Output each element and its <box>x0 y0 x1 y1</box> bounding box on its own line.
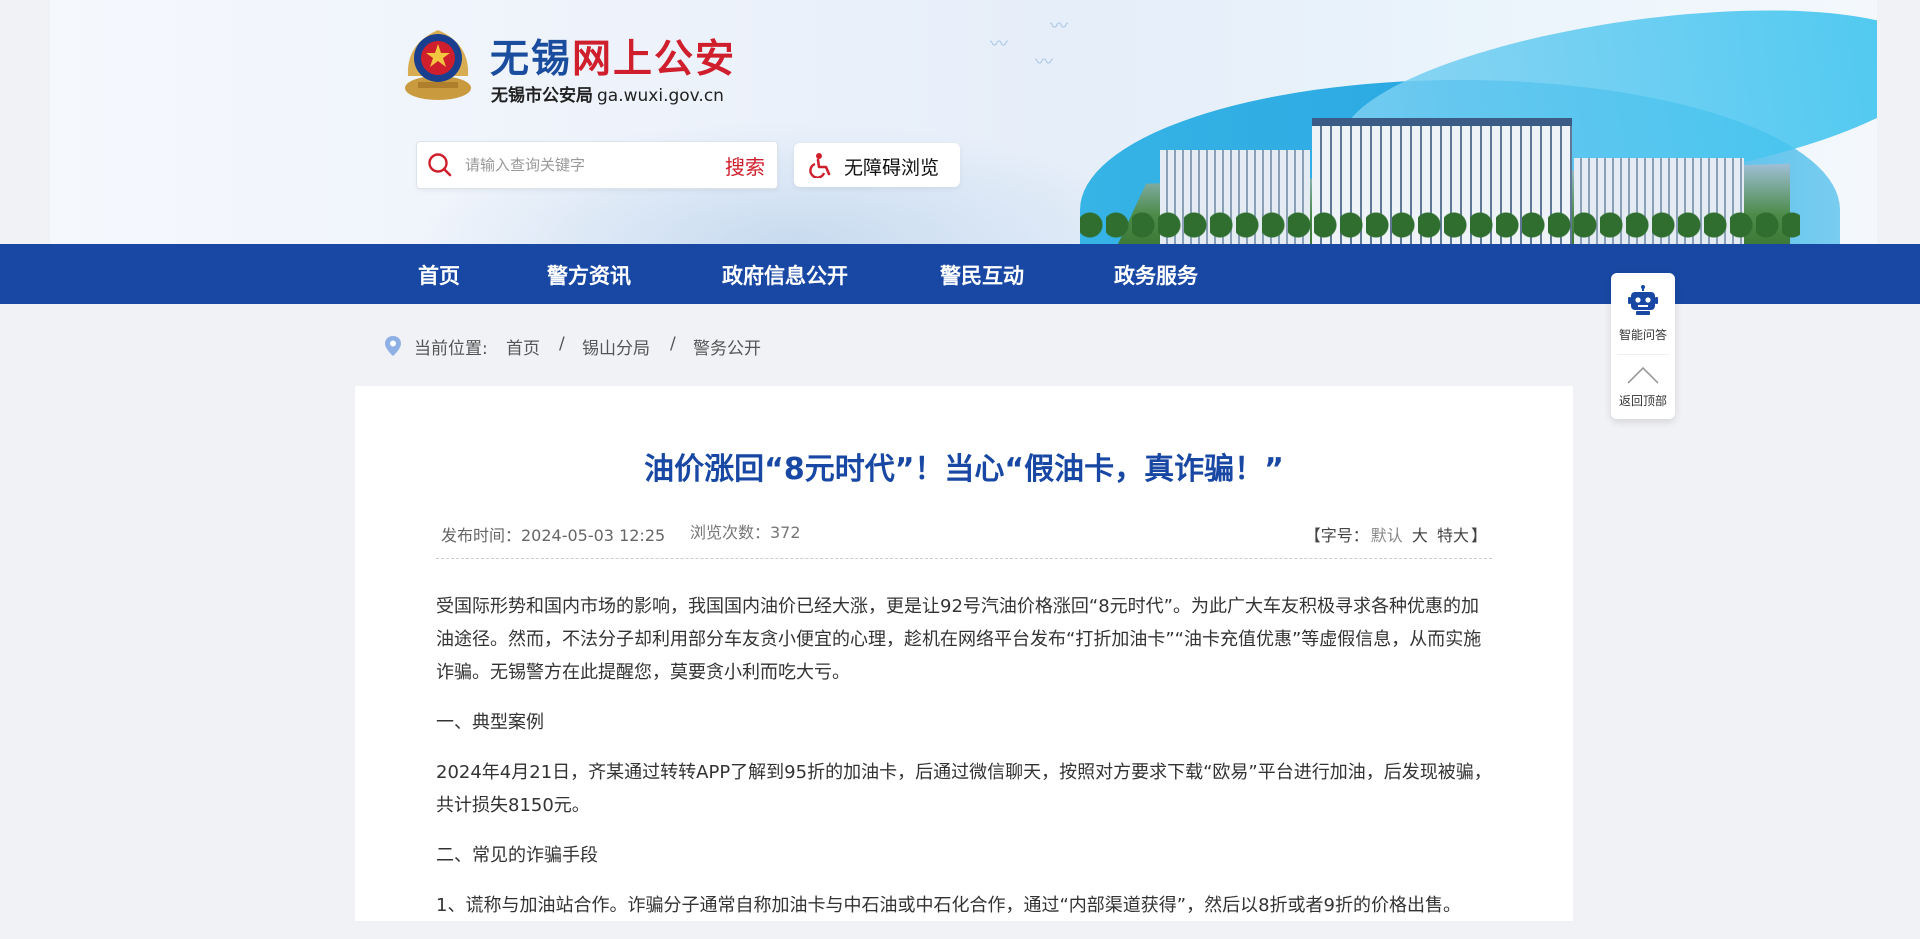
font-size-open: 【字号： <box>1304 526 1369 545</box>
robot-assistant-icon[interactable] <box>1627 285 1659 317</box>
article-paragraph: 2024年4月21日，齐某通过转转APP了解到95折的加油卡，后通过微信聊天，按… <box>436 762 1492 816</box>
font-size-xlarge[interactable]: 特大 <box>1437 526 1469 545</box>
location-pin-icon <box>385 336 401 356</box>
accessibility-label: 无障碍浏览 <box>844 157 940 179</box>
breadcrumb-branch[interactable]: 锡山分局 <box>582 334 650 359</box>
police-emblem-logo <box>405 30 471 100</box>
breadcrumb-separator: / <box>559 334 565 354</box>
nav-item-gov-info[interactable]: 政府信息公开 <box>722 260 848 290</box>
nav-item-services[interactable]: 政务服务 <box>1114 260 1198 290</box>
article-section-heading: 二、常见的诈骗手段 <box>436 845 598 866</box>
accessibility-button[interactable]: 无障碍浏览 <box>794 143 960 187</box>
font-size-control: 【字号： 默认 大 特大】 <box>1305 522 1487 546</box>
site-subtitle: 无锡市公安局 ga.wuxi.gov.cn <box>491 81 724 106</box>
article-panel: 油价涨回“8元时代”！当心“假油卡，真诈骗！” 发布时间：2024-05-03 … <box>355 386 1573 921</box>
breadcrumb-home[interactable]: 首页 <box>506 334 540 359</box>
search-icon <box>428 153 452 177</box>
view-count: 浏览次数：372 <box>690 523 801 542</box>
bird-icon: 〰 <box>1050 16 1068 37</box>
article-paragraph: 受国际形势和国内市场的影响，我国国内油价已经大涨，更是让92号汽油价格涨回“8元… <box>436 596 1482 683</box>
breadcrumb-label: 当前位置: <box>414 339 488 359</box>
article-paragraph: 1、谎称与加油站合作。诈骗分子通常自称加油卡与中石油或中石化合作，通过“内部渠道… <box>436 895 1462 916</box>
site-title-city: 无锡 <box>490 37 573 82</box>
font-size-default[interactable]: 默认 <box>1371 526 1403 545</box>
font-size-close: 】 <box>1470 526 1487 545</box>
chevron-up-icon[interactable] <box>1626 363 1660 385</box>
site-subtitle-org: 无锡市公安局 <box>491 86 593 106</box>
bird-icon: 〰 <box>990 34 1008 55</box>
search-box: 搜索 <box>416 141 778 189</box>
breadcrumb-separator: / <box>670 334 676 354</box>
article-body: 受国际形势和国内市场的影响，我国国内油价已经大涨，更是让92号汽油价格涨回“8元… <box>436 590 1492 939</box>
article-section-heading: 一、典型案例 <box>436 712 544 733</box>
site-title-main: 网上公安 <box>572 37 737 82</box>
site-title: 无锡网上公安 <box>490 28 736 84</box>
meta-divider <box>436 558 1492 559</box>
wheelchair-icon <box>809 153 831 178</box>
site-domain: ga.wuxi.gov.cn <box>597 86 724 106</box>
smart-qa-button[interactable]: 智能问答 <box>1611 326 1675 343</box>
article-title: 油价涨回“8元时代”！当心“假油卡，真诈骗！” <box>644 452 1284 487</box>
floating-side-widget: 智能问答 返回顶部 <box>1611 273 1675 419</box>
nav-item-interaction[interactable]: 警民互动 <box>940 260 1024 290</box>
site-header: 〰 〰 〰 <box>50 0 1877 244</box>
side-divider <box>1617 354 1669 355</box>
search-button[interactable]: 搜索 <box>725 151 765 180</box>
font-size-large[interactable]: 大 <box>1412 526 1428 545</box>
nav-item-home[interactable]: 首页 <box>418 260 460 290</box>
search-input[interactable] <box>463 152 707 178</box>
publish-time: 发布时间：2024-05-03 12:25 <box>441 526 666 545</box>
header-trees <box>1080 205 1800 244</box>
breadcrumb-current[interactable]: 警务公开 <box>693 334 761 359</box>
bird-icon: 〰 <box>1035 52 1053 73</box>
back-to-top-button[interactable]: 返回顶部 <box>1611 392 1675 409</box>
nav-item-police-news[interactable]: 警方资讯 <box>547 260 631 290</box>
